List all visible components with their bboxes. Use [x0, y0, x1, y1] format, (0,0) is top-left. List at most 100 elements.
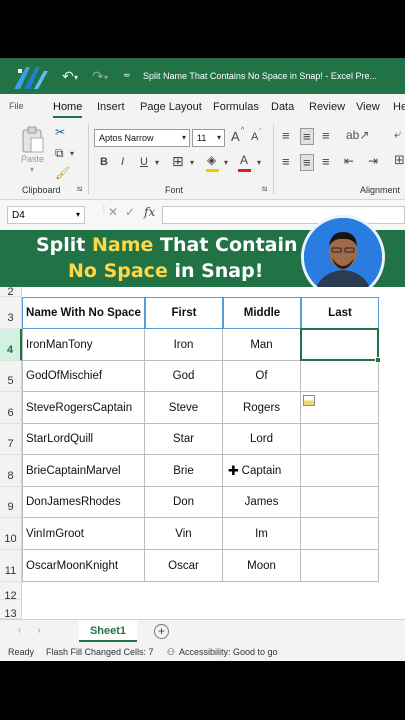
format-painter-icon[interactable]: 🖌 [55, 166, 70, 180]
paste-dropdown-icon[interactable]: ▾ [30, 165, 34, 174]
cut-icon[interactable]: ✂ [55, 125, 65, 139]
row-header[interactable]: 4 [0, 329, 22, 361]
sheet-tab-sheet1[interactable]: Sheet1 [79, 620, 137, 642]
align-center-icon[interactable]: ≡ [300, 154, 314, 171]
cell-last[interactable] [301, 518, 379, 550]
cell-first[interactable]: Oscar [145, 550, 223, 582]
italic-button[interactable]: I [121, 156, 124, 168]
insert-function-icon[interactable]: fx [144, 205, 155, 219]
flash-fill-options-icon[interactable] [303, 395, 315, 406]
column-header-name-with-no-space[interactable]: Name With No Space [22, 297, 145, 329]
orientation-icon[interactable]: ab↗ [346, 128, 369, 142]
font-size-select[interactable]: 11 ▾ [192, 129, 225, 147]
tab-data[interactable]: Data [271, 101, 294, 113]
redo-icon[interactable]: ↷ [92, 68, 104, 85]
align-left-icon[interactable]: ≡ [282, 154, 290, 169]
row-header[interactable]: 5 [0, 361, 22, 392]
cell-first[interactable]: God [145, 361, 223, 392]
copy-dropdown-icon[interactable]: ▾ [70, 149, 74, 158]
cell-name-with-no-space[interactable]: GodOfMischief [22, 361, 145, 392]
tab-file[interactable]: File [9, 101, 24, 111]
cell-name-with-no-space[interactable]: DonJamesRhodes [22, 487, 145, 518]
enter-icon[interactable]: ✓ [125, 205, 135, 219]
cell-name-with-no-space[interactable]: IronManTony [22, 329, 145, 361]
align-bottom-icon[interactable]: ≡ [322, 128, 330, 143]
cell-first[interactable]: Star [145, 424, 223, 455]
cell-name-with-no-space[interactable]: VinImGroot [22, 518, 145, 550]
borders-icon[interactable]: ⊞ [172, 153, 184, 170]
tab-view[interactable]: View [356, 101, 380, 113]
font-launcher-icon[interactable]: ⧅ [262, 184, 267, 194]
copy-icon[interactable]: ⧉ [55, 146, 64, 161]
undo-dropdown-icon[interactable]: ▾ [74, 73, 78, 82]
cell-middle[interactable]: Lord [223, 424, 301, 455]
fill-color-icon[interactable]: ◈ [207, 153, 216, 167]
column-header-last[interactable]: Last [301, 297, 379, 329]
chevron-right-icon[interactable]: › [37, 625, 56, 636]
cell-middle[interactable]: Man [223, 329, 301, 361]
add-sheet-button[interactable]: + [154, 624, 169, 639]
tab-home[interactable]: Home [53, 101, 83, 118]
cell-first[interactable]: Steve [145, 392, 223, 424]
font-color-dropdown-icon[interactable]: ▾ [257, 158, 261, 167]
paste-icon[interactable] [21, 126, 45, 154]
cell-name-with-no-space[interactable]: OscarMoonKnight [22, 550, 145, 582]
name-box[interactable]: D4 ▾ [7, 206, 85, 224]
cell-name-with-no-space[interactable]: BrieCaptainMarvel [22, 455, 145, 487]
cell-last[interactable] [301, 550, 379, 582]
cell-first[interactable]: Brie [145, 455, 223, 487]
decrease-indent-icon[interactable]: ⇤ [344, 154, 354, 168]
row-header[interactable]: 7 [0, 424, 22, 455]
status-accessibility[interactable]: Accessibility: Good to go [179, 647, 278, 657]
tab-formulas[interactable]: Formulas [213, 101, 259, 113]
cell-last[interactable] [301, 424, 379, 455]
undo-icon[interactable]: ↶ [62, 68, 74, 85]
cell-first[interactable]: Don [145, 487, 223, 518]
cancel-icon[interactable]: ✕ [108, 205, 118, 219]
align-right-icon[interactable]: ≡ [322, 154, 330, 169]
row-header[interactable]: 3 [0, 297, 22, 329]
cell-last[interactable] [301, 487, 379, 518]
accessibility-icon[interactable]: ⚇ [167, 647, 175, 658]
increase-indent-icon[interactable]: ⇥ [368, 154, 378, 168]
align-top-icon[interactable]: ≡ [282, 128, 290, 143]
cell-middle[interactable]: James [223, 487, 301, 518]
align-middle-icon[interactable]: ≡ [300, 128, 314, 145]
tab-insert[interactable]: Insert [97, 101, 125, 113]
customize-qat-icon[interactable]: ≂ [123, 70, 131, 81]
tab-help[interactable]: He [393, 101, 405, 113]
cell-first[interactable]: Vin [145, 518, 223, 550]
row-header[interactable]: 10 [0, 518, 22, 550]
underline-button[interactable]: U [140, 156, 148, 168]
row-header[interactable]: 8 [0, 455, 22, 487]
tab-page-layout[interactable]: Page Layout [140, 101, 202, 113]
cell-middle[interactable]: Of [223, 361, 301, 392]
row-header[interactable]: 2 [0, 287, 22, 298]
fill-color-dropdown-icon[interactable]: ▾ [224, 158, 228, 167]
bold-button[interactable]: B [100, 156, 108, 168]
fill-handle[interactable] [375, 357, 381, 363]
row-header[interactable]: 12 [0, 582, 22, 602]
row-header[interactable]: 6 [0, 392, 22, 424]
cell-middle[interactable]: Im [223, 518, 301, 550]
cell-name-with-no-space[interactable]: StarLordQuill [22, 424, 145, 455]
merge-center-icon[interactable]: ⊞ [394, 152, 405, 168]
row-header[interactable]: 11 [0, 550, 22, 582]
font-name-select[interactable]: Aptos Narrow ▾ [94, 129, 190, 147]
borders-dropdown-icon[interactable]: ▾ [190, 158, 194, 167]
cell-first[interactable]: Iron [145, 329, 223, 361]
row-header[interactable]: 13 [0, 600, 22, 620]
selected-cell[interactable] [300, 328, 381, 363]
cell-last[interactable] [301, 455, 379, 487]
redo-dropdown-icon[interactable]: ▾ [104, 73, 108, 82]
clipboard-launcher-icon[interactable]: ⧅ [77, 184, 82, 194]
tab-review[interactable]: Review [309, 101, 345, 113]
paste-label[interactable]: Paste [21, 154, 44, 164]
row-header[interactable]: 9 [0, 487, 22, 518]
increase-font-size-button[interactable]: A [231, 129, 240, 144]
underline-dropdown-icon[interactable]: ▾ [155, 158, 159, 167]
column-header-first[interactable]: First [145, 297, 223, 329]
font-color-icon[interactable]: A [240, 153, 248, 167]
formula-input[interactable] [162, 206, 405, 224]
decrease-font-size-button[interactable]: A [251, 131, 258, 143]
